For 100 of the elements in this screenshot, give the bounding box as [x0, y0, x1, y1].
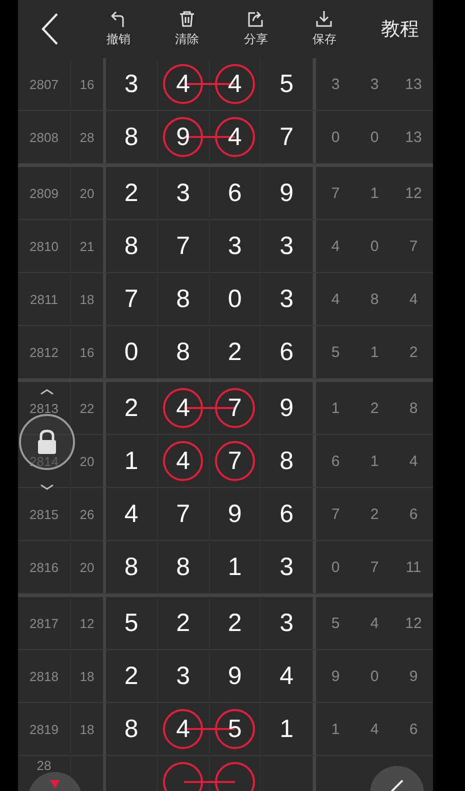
digit[interactable]: 8: [124, 232, 138, 260]
digit[interactable]: 8: [124, 122, 138, 152]
digit-cell[interactable]: 0: [210, 273, 262, 325]
digit[interactable]: 3: [124, 70, 138, 98]
digit-cell[interactable]: 7: [158, 488, 210, 540]
digit-cell[interactable]: 2: [106, 382, 158, 434]
digit[interactable]: 3: [280, 284, 294, 314]
digit-cell[interactable]: 7: [158, 220, 210, 272]
digit[interactable]: 2: [124, 662, 138, 690]
sum-value: 20: [80, 454, 94, 468]
stat-value: 3: [330, 76, 341, 92]
stat-value: 0: [369, 668, 380, 684]
digit[interactable]: 4: [280, 662, 294, 690]
stat-value: 12: [404, 184, 423, 202]
digit[interactable]: 3: [280, 608, 294, 638]
stat-value: 2: [369, 400, 380, 416]
digit-cell[interactable]: 4: [106, 488, 158, 540]
stat-value: 9: [408, 668, 419, 684]
digit[interactable]: 9: [280, 178, 294, 208]
digit[interactable]: 3: [228, 232, 242, 260]
digit[interactable]: 2: [176, 608, 190, 638]
digit[interactable]: 3: [280, 232, 294, 260]
digit-cell[interactable]: 3: [158, 650, 210, 702]
digit[interactable]: 7: [176, 500, 190, 528]
digit-cell[interactable]: 9: [210, 488, 262, 540]
digit[interactable]: 9: [228, 662, 242, 690]
digit[interactable]: 9: [228, 500, 242, 528]
clear-button[interactable]: 清除: [175, 10, 200, 48]
digit[interactable]: 6: [280, 338, 294, 366]
stat-value: 6: [408, 720, 419, 738]
digit-cell[interactable]: 2: [106, 650, 158, 702]
digit[interactable]: 8: [176, 284, 190, 314]
digit-cell[interactable]: 3: [210, 220, 262, 272]
undo-button[interactable]: 撤销: [106, 10, 131, 48]
digit[interactable]: 5: [280, 70, 294, 98]
stat-value: 13: [404, 76, 423, 92]
stat-value: 7: [369, 558, 380, 576]
digit-cell[interactable]: 1: [106, 435, 158, 487]
sum-value: 18: [80, 292, 94, 306]
digit-cell[interactable]: 8: [158, 273, 210, 325]
digit[interactable]: 0: [228, 284, 242, 314]
digit[interactable]: 7: [280, 122, 294, 152]
digit-cell[interactable]: 9: [210, 650, 262, 702]
sum-value: 20: [80, 186, 94, 200]
digit-cell[interactable]: 3: [158, 167, 210, 219]
digit[interactable]: 3: [176, 662, 190, 690]
digit[interactable]: 9: [280, 394, 294, 422]
digit-cell[interactable]: 3: [106, 58, 158, 110]
stat-value: 6: [408, 506, 419, 522]
digit-cell[interactable]: 2: [158, 597, 210, 649]
issue-number: 2808: [30, 130, 58, 144]
digit[interactable]: 1: [228, 552, 242, 582]
save-button[interactable]: 保存: [312, 10, 336, 48]
digit[interactable]: 3: [176, 178, 190, 208]
digit-cell[interactable]: 5: [106, 597, 158, 649]
stat-value: 11: [404, 558, 422, 576]
digit[interactable]: 8: [176, 552, 190, 582]
digit[interactable]: 4: [124, 500, 138, 528]
sum-value: 28: [80, 130, 94, 144]
digit[interactable]: 1: [280, 714, 294, 744]
stat-value: 3: [369, 76, 380, 92]
digit[interactable]: 6: [280, 500, 294, 528]
digit-cell[interactable]: 8: [106, 111, 158, 163]
stat-value: 1: [369, 452, 380, 470]
sum-value: 20: [80, 560, 94, 574]
digit[interactable]: 7: [124, 284, 138, 314]
stat-value: 4: [369, 614, 380, 632]
digit-cell[interactable]: 8: [158, 541, 210, 593]
digit-cell[interactable]: 1: [210, 541, 262, 593]
tutorial-button[interactable]: 教程: [380, 16, 419, 42]
digit-cell[interactable]: 2: [210, 597, 262, 649]
digit-cell[interactable]: 8: [106, 220, 158, 272]
digit[interactable]: 2: [228, 338, 242, 366]
digit[interactable]: 5: [124, 608, 138, 638]
digit-cell[interactable]: 7: [106, 273, 158, 325]
issue-number: 2812: [30, 344, 58, 360]
digit-cell[interactable]: 0: [106, 326, 158, 378]
digit[interactable]: 2: [228, 608, 242, 638]
digit[interactable]: 2: [124, 178, 138, 208]
digit[interactable]: 3: [280, 552, 294, 582]
digit[interactable]: 8: [124, 714, 138, 744]
digit-cell[interactable]: 8: [106, 703, 158, 755]
stat-value: 4: [369, 720, 380, 738]
digit-cell[interactable]: 2: [106, 167, 158, 219]
digit-cell[interactable]: 8: [158, 326, 210, 378]
sum-value: 21: [80, 238, 94, 254]
share-button[interactable]: 分享: [244, 10, 268, 48]
digit[interactable]: 2: [124, 394, 138, 422]
digit-cell[interactable]: 2: [210, 326, 262, 378]
digit[interactable]: 0: [124, 338, 138, 366]
digit[interactable]: 6: [228, 178, 242, 208]
stat-value: 12: [404, 614, 423, 632]
digit[interactable]: 7: [176, 232, 190, 260]
digit[interactable]: 1: [124, 446, 138, 476]
digit-cell[interactable]: 6: [210, 167, 262, 219]
digit[interactable]: 8: [124, 552, 138, 582]
digit[interactable]: 8: [176, 338, 190, 366]
stat-value: 0: [330, 558, 341, 576]
digit[interactable]: 8: [280, 446, 294, 476]
digit-cell[interactable]: 8: [106, 541, 158, 593]
